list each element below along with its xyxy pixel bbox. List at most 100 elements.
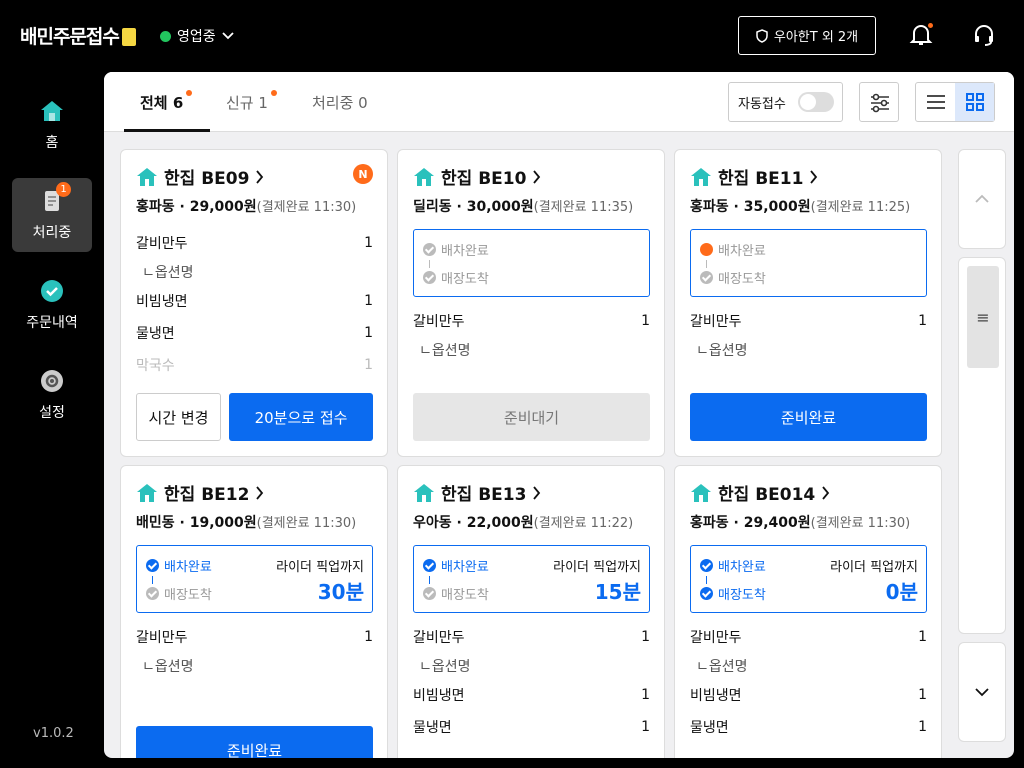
active-tab-indicator: [124, 129, 210, 132]
sidebar-item-settings[interactable]: 설정: [12, 358, 92, 432]
prep-complete-button[interactable]: 준비완료: [690, 393, 927, 441]
store-home-icon: [137, 167, 157, 186]
headset-icon: [975, 25, 993, 46]
gear-icon: [39, 368, 65, 394]
scroll-down-button[interactable]: [958, 642, 1006, 742]
order-actions: 준비완료: [690, 393, 927, 441]
prep-complete-button[interactable]: 준비완료: [136, 726, 373, 758]
delivery-status-box: 배차완료 매장도착 라이더 픽업까지 0분: [690, 545, 927, 613]
pickup-label: 라이더 픽업까지: [276, 560, 364, 575]
store-status-label: 영업중: [177, 29, 216, 45]
payment-time: (결제완료 11:25): [810, 200, 911, 215]
chevron-right-icon: [810, 169, 818, 184]
main-panel: 전체 6 신규 1 처리중 0 자동접수 한집 BE09 N 홍파동 · 29,…: [104, 72, 1014, 758]
order-items: 갈비만두 1 ㄴ옵션명 비빔냉면 1 물냉면 1 막국수 1: [136, 227, 373, 377]
order-card[interactable]: 한집 BE11 홍파동 · 35,000원(결제완료 11:25) 배차완료 매…: [674, 149, 942, 457]
payment-time: (결제완료 11:30): [256, 200, 357, 215]
chevron-right-icon: [533, 485, 541, 500]
sidebar-item-label: 주문내역: [26, 315, 78, 331]
order-card[interactable]: 한집 BE014 홍파동 · 29,400원(결제완료 11:30) 배차완료 …: [674, 465, 942, 758]
order-store-name: 한집 BE014: [718, 485, 816, 505]
status-connector: [706, 260, 707, 268]
sidebar-item-label: 처리중: [32, 225, 72, 241]
order-item: 비빔냉면 1: [690, 687, 927, 704]
filter-button[interactable]: [859, 82, 899, 122]
dispatch-status: 배차완료: [423, 240, 489, 259]
new-dot: [270, 90, 277, 96]
check-icon: [423, 559, 436, 572]
order-address: 딜리동 · 30,000원(결제완료 11:35): [413, 199, 634, 215]
change-time-button[interactable]: 시간 변경: [136, 393, 221, 441]
order-items: 갈비만두 1 ㄴ옵션명 비빔냉면 1 물냉면 1: [690, 621, 927, 757]
delivery-status-box: 배차완료 매장도착: [690, 229, 927, 297]
scrollbar-thumb[interactable]: ≡: [967, 266, 999, 368]
tab-new[interactable]: 신규 1: [226, 90, 277, 113]
grid-view-button[interactable]: [955, 83, 994, 121]
order-card-header[interactable]: 한집 BE12: [136, 480, 264, 505]
order-items: 갈비만두 1 ㄴ옵션명: [690, 305, 927, 375]
sidebar-item-label: 홈: [45, 135, 59, 151]
memo-icon: [121, 28, 136, 46]
order-item-option: ㄴ옵션명: [419, 343, 471, 359]
payment-time: (결제완료 11:30): [256, 516, 357, 531]
auto-accept-control[interactable]: 자동접수: [728, 82, 843, 122]
prep-waiting-button[interactable]: 준비대기: [413, 393, 650, 441]
order-card[interactable]: 한집 BE13 우아동 · 22,000원(결제완료 11:22) 배차완료 매…: [397, 465, 665, 758]
chevron-right-icon: [822, 485, 830, 500]
order-item: 갈비만두 1: [690, 313, 927, 330]
chevron-right-icon: [256, 169, 264, 184]
list-view-button[interactable]: [916, 83, 955, 121]
check-icon: [423, 587, 436, 600]
new-dot: [186, 90, 193, 96]
order-card-header[interactable]: 한집 BE11: [690, 164, 818, 189]
check-circle-icon: [39, 278, 65, 304]
order-card-header[interactable]: 한집 BE09: [136, 164, 264, 189]
top-bar: 배민주문접수 영업중 우아한T 외 2개: [0, 0, 1024, 72]
chevron-up-icon: [975, 194, 989, 203]
order-store-name: 한집 BE12: [164, 485, 250, 505]
auto-accept-label: 자동접수: [738, 96, 786, 112]
order-item: 갈비만두 1: [136, 629, 373, 646]
order-card[interactable]: 한집 BE12 배민동 · 19,000원(결제완료 11:30) 배차완료 매…: [120, 465, 388, 758]
accept-order-button[interactable]: 20분으로 접수: [229, 393, 373, 441]
sidebar-item-order-history[interactable]: 주문내역: [12, 268, 92, 342]
tab-bar: 전체 6 신규 1 처리중 0 자동접수: [104, 72, 1014, 132]
store-select-button[interactable]: 우아한T 외 2개: [738, 16, 876, 55]
auto-accept-toggle[interactable]: [797, 92, 834, 112]
order-item-option: ㄴ옵션명: [696, 659, 748, 675]
order-item-option: ㄴ옵션명: [142, 659, 194, 675]
pickup-time: 15분: [594, 580, 641, 604]
store-home-icon: [137, 483, 157, 502]
scroll-up-button[interactable]: [958, 149, 1006, 249]
arrival-status: 매장도착: [146, 584, 212, 603]
status-connector: [152, 576, 153, 584]
store-home-icon: [691, 167, 711, 186]
tab-processing[interactable]: 처리중 0: [312, 92, 368, 113]
order-address: 홍파동 · 35,000원(결제완료 11:25): [690, 199, 911, 215]
payment-time: (결제완료 11:35): [533, 200, 634, 215]
tab-all[interactable]: 전체 6: [140, 90, 193, 113]
status-connector: [706, 576, 707, 584]
order-card[interactable]: 한집 BE10 딜리동 · 30,000원(결제완료 11:35) 배차완료 매…: [397, 149, 665, 457]
order-item: 비빔냉면 1: [413, 687, 650, 704]
order-card-header[interactable]: 한집 BE13: [413, 480, 541, 505]
support-button[interactable]: [971, 22, 997, 48]
check-icon: [423, 271, 436, 284]
order-card-header[interactable]: 한집 BE10: [413, 164, 541, 189]
sidebar-item-home[interactable]: 홈: [12, 88, 92, 162]
status-dot-icon: [160, 30, 171, 42]
order-item: 갈비만두 1: [413, 629, 650, 646]
order-card-header[interactable]: 한집 BE014: [690, 480, 830, 505]
sidebar-item-processing[interactable]: 1 처리중: [12, 178, 92, 252]
check-icon: [423, 243, 436, 256]
check-icon: [700, 271, 713, 284]
order-card[interactable]: 한집 BE09 N 홍파동 · 29,000원(결제완료 11:30) 갈비만두…: [120, 149, 388, 457]
warning-icon: [700, 243, 713, 256]
dispatch-status: 배차완료: [423, 556, 489, 575]
arrival-status: 매장도착: [700, 268, 766, 287]
store-status-dropdown[interactable]: 영업중: [160, 26, 234, 46]
delivery-status-box: 배차완료 매장도착 라이더 픽업까지 15분: [413, 545, 650, 613]
scrollbar-track[interactable]: ≡: [958, 257, 1006, 634]
notification-button[interactable]: [908, 22, 934, 48]
chevron-right-icon: [256, 485, 264, 500]
